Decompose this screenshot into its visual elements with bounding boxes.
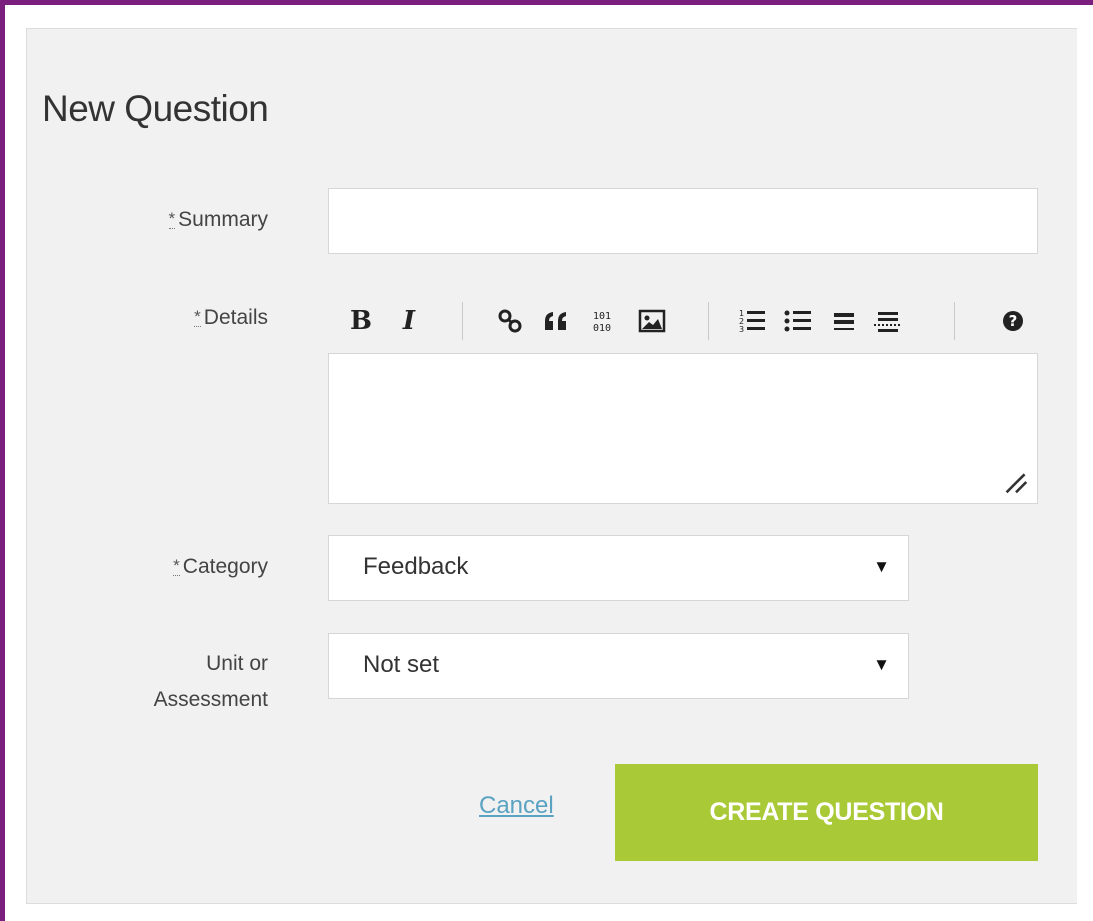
- link-button[interactable]: [492, 296, 528, 346]
- category-label-text: Category: [182, 555, 268, 578]
- bulleted-list-button[interactable]: [780, 296, 816, 346]
- image-button[interactable]: [634, 296, 670, 346]
- toolbar-separator: [708, 302, 709, 340]
- horizontal-rule-button[interactable]: [870, 296, 906, 346]
- required-marker: *: [194, 307, 201, 327]
- quote-button[interactable]: [538, 296, 574, 346]
- image-icon: [638, 309, 666, 333]
- svg-text:3: 3: [739, 325, 744, 334]
- heading-button[interactable]: [826, 296, 862, 346]
- details-label: * Details: [110, 300, 268, 337]
- bold-button[interactable]: B: [344, 296, 378, 346]
- svg-text:010: 010: [593, 323, 611, 334]
- svg-text:101: 101: [593, 311, 611, 322]
- details-label-text: Details: [203, 306, 268, 329]
- code-sample-icon: 101 010: [593, 311, 611, 334]
- details-textarea[interactable]: [328, 353, 1038, 504]
- toolbar-separator: [954, 302, 955, 340]
- heading-icon: [834, 313, 854, 330]
- quote-icon: [545, 312, 566, 330]
- resize-grip-icon[interactable]: [1004, 470, 1028, 494]
- toolbar-separator: [462, 302, 463, 340]
- unit-selected-value: Not set: [363, 651, 440, 678]
- category-selected-value: Feedback: [363, 553, 469, 580]
- required-marker: *: [168, 209, 176, 229]
- chevron-down-icon: ▼: [873, 557, 890, 576]
- ordered-list-icon: 1 2 3: [739, 309, 765, 334]
- unit-label: Unit or Assessment: [90, 646, 268, 718]
- bold-icon: B: [350, 306, 372, 336]
- create-question-button[interactable]: CREATE QUESTION: [615, 764, 1038, 861]
- editor-toolbar: B I 101 010 1 2 3 ?: [328, 296, 1038, 346]
- unit-label-line2: Assessment: [153, 688, 268, 711]
- help-button[interactable]: ?: [996, 296, 1030, 346]
- bulleted-list-icon: [784, 310, 811, 332]
- ordered-list-button[interactable]: 1 2 3: [734, 296, 770, 346]
- unit-label-line1: Unit or: [206, 652, 268, 675]
- horizontal-rule-icon: [874, 312, 902, 332]
- link-icon: [498, 309, 522, 333]
- category-label: * Category: [110, 549, 268, 586]
- italic-icon: I: [402, 306, 416, 336]
- cancel-link[interactable]: Cancel: [479, 792, 554, 820]
- summary-label-text: Summary: [178, 208, 268, 231]
- chevron-down-icon: ▼: [873, 655, 890, 674]
- italic-button[interactable]: I: [394, 296, 424, 346]
- unit-select[interactable]: Not set ▼: [328, 633, 909, 699]
- code-button[interactable]: 101 010: [584, 296, 620, 346]
- summary-input[interactable]: [328, 188, 1038, 254]
- required-marker: *: [173, 556, 180, 576]
- panel-edge: [1077, 28, 1093, 904]
- category-select[interactable]: Feedback ▼: [328, 535, 909, 601]
- help-icon: ?: [1003, 311, 1023, 331]
- page-title: New Question: [42, 88, 269, 129]
- summary-label: * Summary: [110, 202, 268, 239]
- svg-text:?: ?: [1009, 312, 1018, 330]
